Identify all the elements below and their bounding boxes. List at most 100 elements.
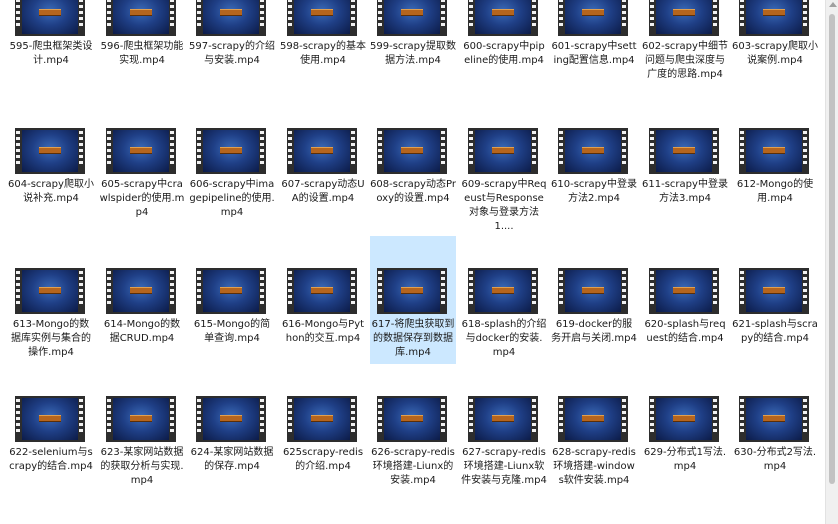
scroll-up-arrow-icon[interactable]	[829, 2, 837, 7]
video-file-item[interactable]: 606-scrapy中imagepipeline的使用.mp4	[189, 124, 275, 252]
video-file-item[interactable]: 612-Mongo的使用.mp4	[732, 124, 818, 252]
film-perforation	[622, 399, 627, 439]
video-file-item[interactable]: 605-scrapy中crawlspider的使用.mp4	[99, 124, 185, 252]
video-title-banner	[130, 287, 152, 294]
video-frame	[203, 398, 259, 440]
film-perforation	[197, 131, 202, 171]
video-file-item[interactable]: 615-Mongo的简单查询.mp4	[189, 236, 275, 364]
file-name-label: 622-selenium与scrapy的结合.mp4	[9, 447, 93, 472]
film-perforation	[622, 271, 627, 311]
video-thumbnail	[287, 396, 357, 442]
video-file-item[interactable]: 609-scrapy中Reqeust与Response对象与登录方法1....	[461, 124, 547, 252]
video-file-item[interactable]: 629-分布式1写法.mp4	[642, 394, 728, 522]
video-frame	[656, 130, 712, 172]
film-perforation	[288, 399, 293, 439]
video-file-item[interactable]: 630-分布式2写法.mp4	[732, 394, 818, 522]
video-title-banner	[220, 415, 242, 422]
video-file-item[interactable]: 614-Mongo的数据CRUD.mp4	[99, 236, 185, 364]
video-file-item[interactable]: 613-Mongo的数据库实例与集合的操作.mp4	[8, 236, 94, 364]
file-name-label: 595-爬虫框架类设计.mp4	[9, 41, 93, 66]
film-perforation	[740, 271, 745, 311]
video-file-item[interactable]: 628-scrapy-redis环境搭建-windows软件安装.mp4	[551, 394, 637, 522]
video-frame	[656, 0, 712, 34]
film-perforation	[79, 0, 84, 33]
video-file-item[interactable]: 623-某家网站数据的获取分析与实现.mp4	[99, 394, 185, 522]
video-thumbnail	[649, 0, 719, 36]
film-perforation	[650, 399, 655, 439]
video-file-item[interactable]: 620-splash与request的结合.mp4	[642, 236, 728, 364]
file-name-label: 617-将爬虫获取到的数据保存到数据库.mp4	[371, 319, 455, 358]
video-file-item[interactable]: 596-爬虫框架功能实现.mp4	[99, 0, 185, 116]
video-title-banner	[311, 147, 333, 154]
video-title-banner	[401, 287, 423, 294]
film-perforation	[107, 131, 112, 171]
film-perforation	[803, 131, 808, 171]
video-frame	[746, 270, 802, 312]
film-perforation	[260, 0, 265, 33]
video-file-item[interactable]: 616-Mongo与Python的交互.mp4	[280, 236, 366, 364]
file-name-label: 600-scrapy中pipeline的使用.mp4	[463, 41, 545, 66]
video-thumbnail	[15, 0, 85, 36]
video-file-item[interactable]: 604-scrapy爬取小说补充.mp4	[8, 124, 94, 252]
film-perforation	[288, 0, 293, 33]
video-thumbnail	[287, 128, 357, 174]
video-thumbnail	[468, 396, 538, 442]
file-name-label: 607-scrapy动态UA的设置.mp4	[281, 179, 365, 204]
video-file-item[interactable]: 602-scrapy中细节问题与爬虫深度与广度的思路.mp4	[642, 0, 728, 116]
video-file-item[interactable]: 627-scrapy-redis环境搭建-Liunx软件安装与克隆.mp4	[461, 394, 547, 522]
video-frame	[294, 130, 350, 172]
video-file-item[interactable]: 599-scrapy提取数据方法.mp4	[370, 0, 456, 116]
film-perforation	[351, 399, 356, 439]
video-file-item[interactable]: 626-scrapy-redis环境搭建-Liunx的安装.mp4	[370, 394, 456, 522]
video-thumbnail	[468, 128, 538, 174]
film-perforation	[803, 0, 808, 33]
video-file-item[interactable]: 595-爬虫框架类设计.mp4	[8, 0, 94, 116]
film-perforation	[16, 399, 21, 439]
video-title-banner	[39, 287, 61, 294]
film-perforation	[650, 131, 655, 171]
video-file-item[interactable]: 597-scrapy的介绍与安装.mp4	[189, 0, 275, 116]
video-title-banner	[311, 415, 333, 422]
file-name-label: 616-Mongo与Python的交互.mp4	[281, 319, 365, 344]
video-frame	[22, 0, 78, 34]
video-file-item[interactable]: 611-scrapy中登录方法3.mp4	[642, 124, 728, 252]
film-perforation	[469, 399, 474, 439]
video-file-item[interactable]: 607-scrapy动态UA的设置.mp4	[280, 124, 366, 252]
video-thumbnail	[196, 396, 266, 442]
film-perforation	[532, 271, 537, 311]
film-perforation	[170, 131, 175, 171]
video-thumbnail	[468, 0, 538, 36]
video-file-item[interactable]: 617-将爬虫获取到的数据保存到数据库.mp4	[370, 236, 456, 364]
scroll-thumb[interactable]	[829, 14, 835, 484]
video-file-item[interactable]: 619-docker的服务开启与关闭.mp4	[551, 236, 637, 364]
video-title-banner	[763, 9, 785, 16]
video-file-item[interactable]: 603-scrapy爬取小说案例.mp4	[732, 0, 818, 116]
video-file-item[interactable]: 601-scrapy中setting配置信息.mp4	[551, 0, 637, 116]
video-thumbnail	[196, 0, 266, 36]
video-file-item[interactable]: 608-scrapy动态Proxy的设置.mp4	[370, 124, 456, 252]
video-frame	[113, 270, 169, 312]
video-file-item[interactable]: 621-splash与scrapy的结合.mp4	[732, 236, 818, 364]
video-file-item[interactable]: 598-scrapy的基本使用.mp4	[280, 0, 366, 116]
video-thumbnail	[106, 268, 176, 314]
video-file-item[interactable]: 618-splash的介绍与docker的安装.mp4	[461, 236, 547, 364]
video-file-item[interactable]: 624-某家网站数据的保存.mp4	[189, 394, 275, 522]
film-perforation	[441, 131, 446, 171]
video-thumbnail	[106, 128, 176, 174]
vertical-scrollbar[interactable]	[825, 0, 838, 524]
film-perforation	[378, 399, 383, 439]
video-file-item[interactable]: 622-selenium与scrapy的结合.mp4	[8, 394, 94, 522]
film-perforation	[650, 0, 655, 33]
file-name-label: 613-Mongo的数据库实例与集合的操作.mp4	[11, 319, 91, 358]
video-frame	[294, 398, 350, 440]
film-perforation	[170, 399, 175, 439]
film-perforation	[532, 399, 537, 439]
video-title-banner	[673, 415, 695, 422]
video-title-banner	[673, 147, 695, 154]
video-file-item[interactable]: 600-scrapy中pipeline的使用.mp4	[461, 0, 547, 116]
video-title-banner	[492, 147, 514, 154]
film-perforation	[713, 399, 718, 439]
film-perforation	[197, 0, 202, 33]
video-file-item[interactable]: 610-scrapy中登录方法2.mp4	[551, 124, 637, 252]
video-file-item[interactable]: 625scrapy-redis的介绍.mp4	[280, 394, 366, 522]
